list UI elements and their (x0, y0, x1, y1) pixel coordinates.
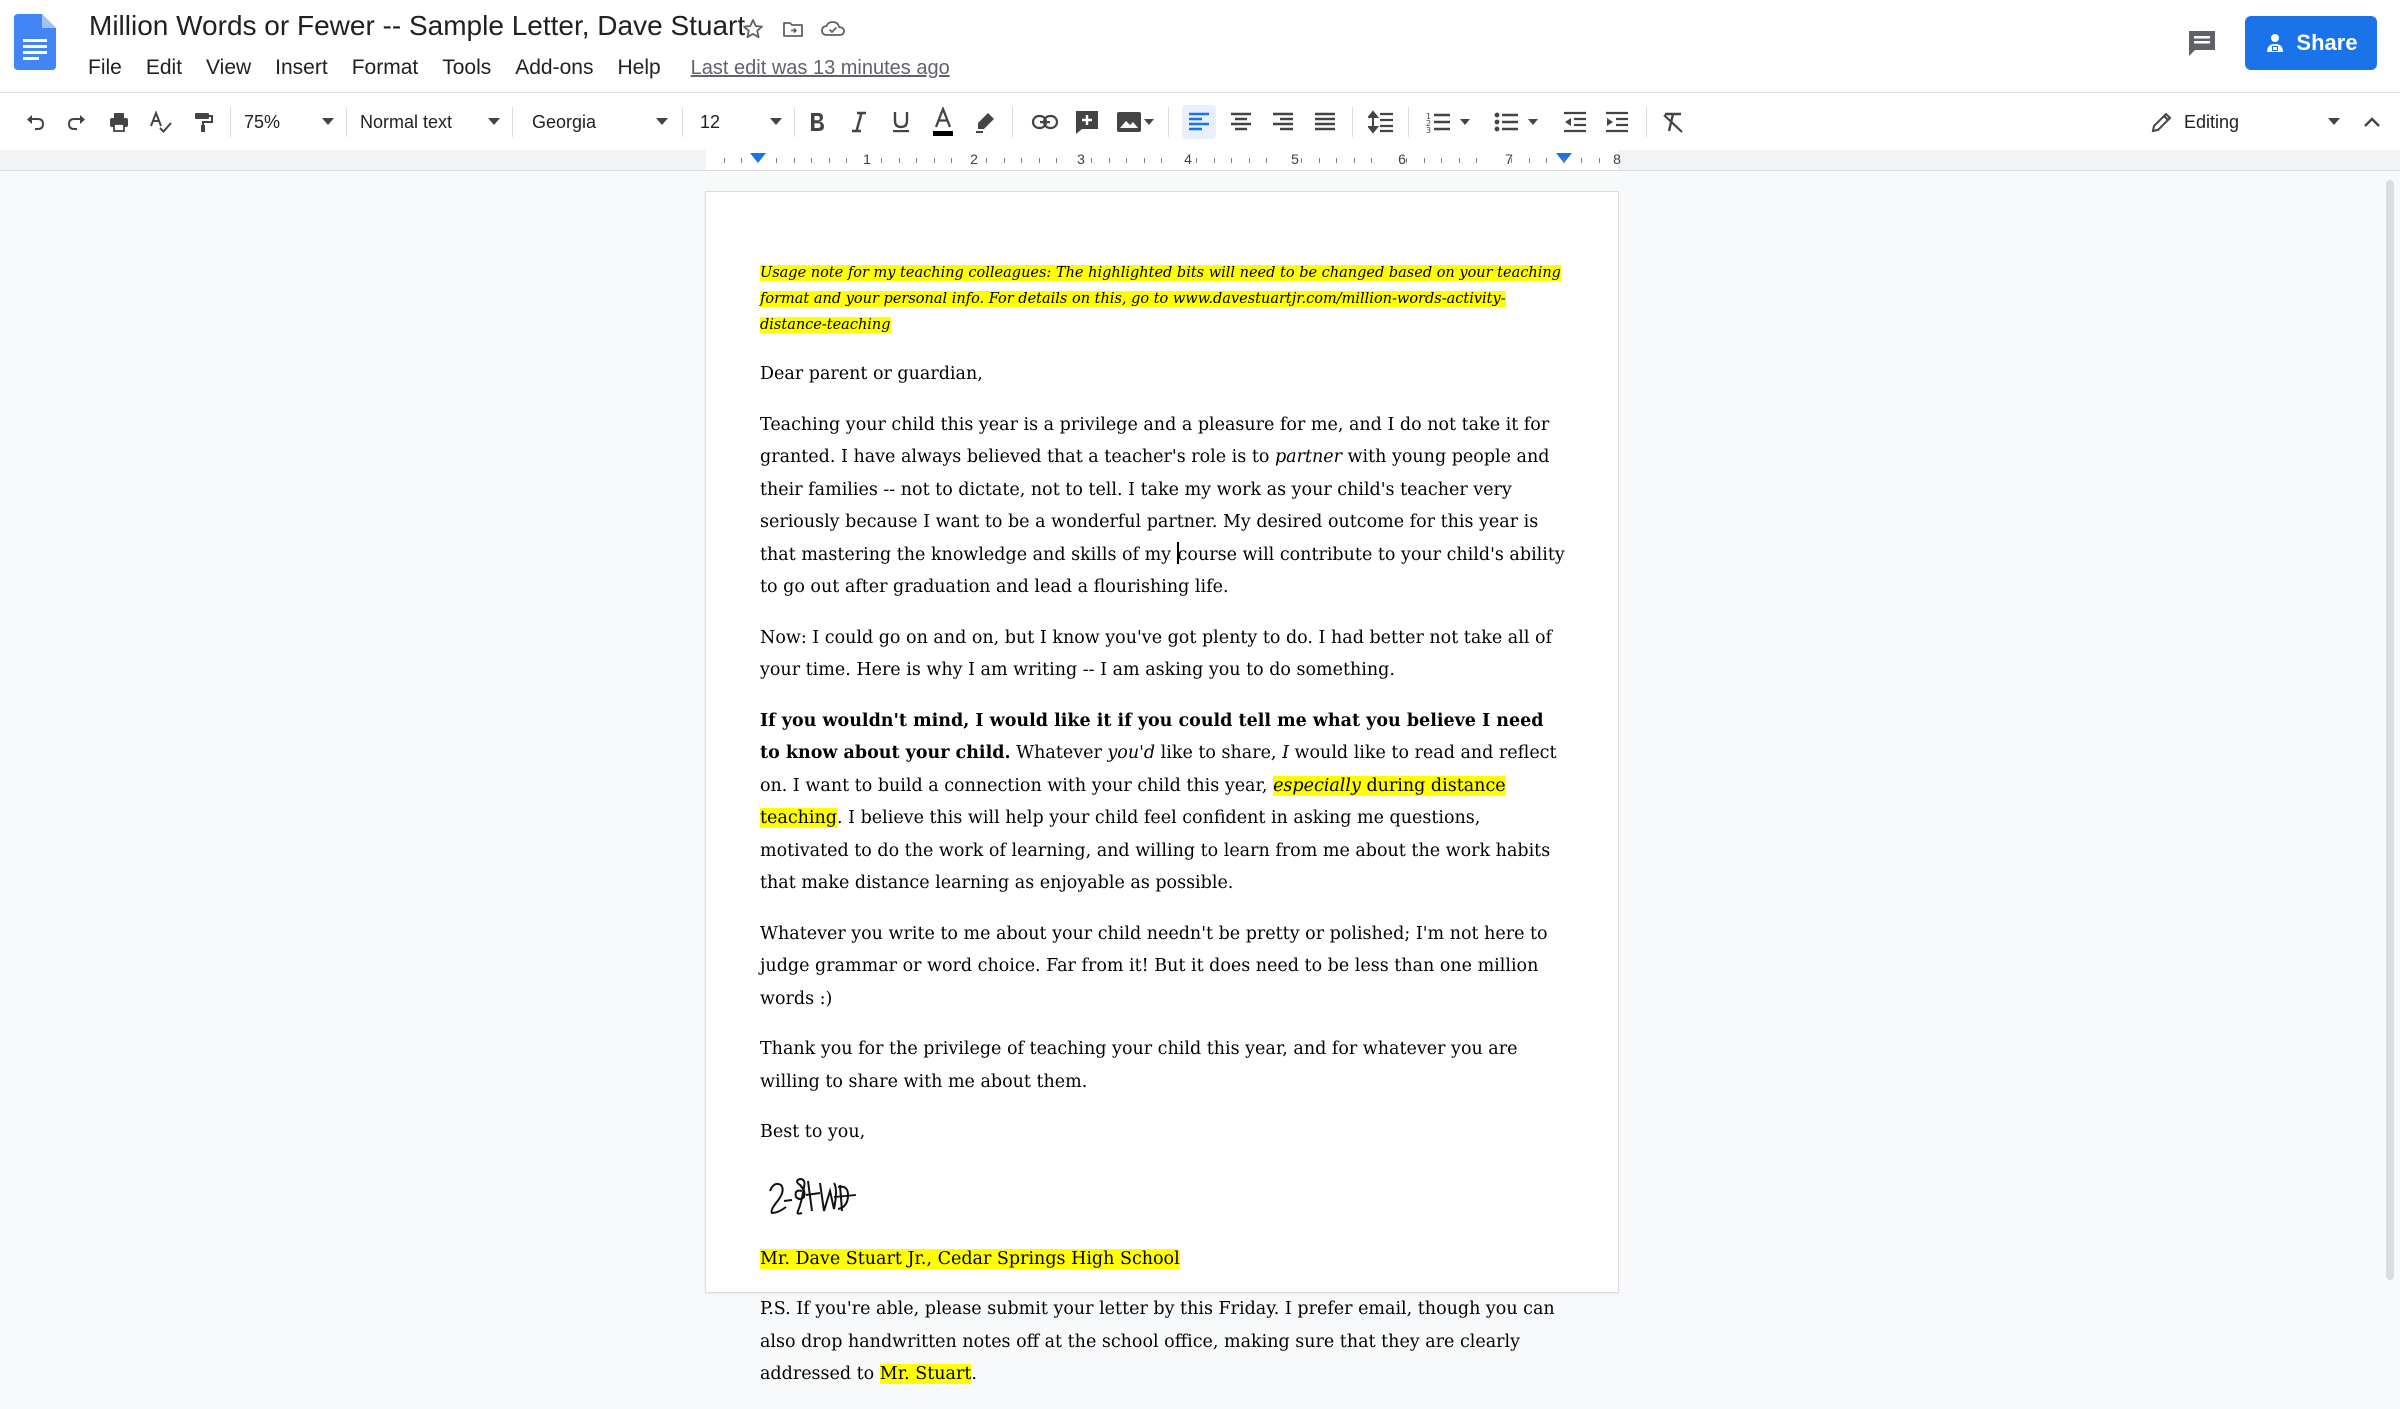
spellcheck-icon[interactable] (144, 105, 178, 139)
text-run: . I believe this will help your child fe… (760, 808, 1551, 893)
paragraph-style-value: Normal text (360, 111, 453, 132)
italic-run: especially (1273, 775, 1361, 796)
align-center-icon[interactable] (1224, 105, 1258, 139)
font-size-value: 12 (700, 111, 721, 132)
paragraph-2: Now: I could go on and on, but I know yo… (760, 627, 1552, 681)
move-to-folder-icon[interactable] (778, 14, 808, 44)
undo-icon[interactable] (18, 105, 52, 139)
ruler-number: 6 (1398, 151, 1406, 167)
document-title[interactable]: Million Words or Fewer -- Sample Letter,… (89, 10, 745, 42)
star-icon[interactable] (738, 14, 768, 44)
text-run: Whatever (1010, 743, 1108, 763)
ruler-number: 1 (863, 151, 871, 167)
formatting-toolbar: 75% Normal text Georgia 12 1 2 3 Editing (0, 92, 2400, 152)
ruler-number: 8 (1613, 151, 1621, 167)
menu-edit[interactable]: Edit (134, 52, 194, 84)
align-left-icon[interactable] (1182, 105, 1216, 139)
text-run: . (971, 1364, 977, 1384)
editing-mode-value: Editing (2184, 111, 2240, 132)
ruler-number: 4 (1184, 151, 1192, 167)
collapse-toolbar-icon[interactable] (2355, 105, 2389, 139)
ruler-number: 5 (1291, 151, 1299, 167)
dropdown-arrow-icon (2328, 118, 2340, 125)
menu-format[interactable]: Format (340, 52, 431, 84)
signature-image[interactable] (764, 1167, 1565, 1221)
vertical-scrollbar[interactable] (2386, 180, 2394, 1280)
redo-icon[interactable] (60, 105, 94, 139)
document-body[interactable]: Usage note for my teaching colleagues: T… (760, 260, 1565, 1409)
font-family-value: Georgia (532, 111, 597, 132)
paragraph-style-select[interactable]: Normal text (360, 105, 500, 139)
document-page[interactable]: Usage note for my teaching colleagues: T… (706, 192, 1618, 1384)
italic-run: I (1282, 743, 1289, 763)
share-label: Share (2296, 30, 2358, 55)
greeting: Dear parent or guardian, (760, 364, 983, 384)
insert-image-icon[interactable] (1112, 105, 1160, 139)
dropdown-arrow-icon (322, 118, 334, 125)
text-color-icon[interactable] (926, 105, 960, 139)
increase-indent-icon[interactable] (1600, 105, 1634, 139)
highlighted-run: Mr. Stuart (879, 1364, 972, 1384)
paragraph-3: If you wouldn't mind, I would like it if… (760, 705, 1565, 900)
usage-note: Usage note for my teaching colleagues: T… (760, 260, 1565, 338)
menu-file[interactable]: File (76, 52, 134, 84)
closing: Best to you, (760, 1122, 866, 1142)
paint-format-icon[interactable] (186, 105, 220, 139)
docs-logo-icon[interactable] (14, 14, 56, 70)
menu-view[interactable]: View (194, 52, 263, 84)
font-size-select[interactable]: 12 (700, 105, 782, 139)
dropdown-arrow-icon (656, 118, 668, 125)
share-button[interactable]: Share (2245, 16, 2377, 70)
zoom-value: 75% (244, 111, 281, 132)
menu-bar: File Edit View Insert Format Tools Add-o… (76, 52, 950, 84)
align-justify-icon[interactable] (1308, 105, 1342, 139)
print-icon[interactable] (102, 105, 136, 139)
ruler-number: 3 (1077, 151, 1085, 167)
lock-person-icon (2267, 34, 2284, 52)
paragraph-1: Teaching your child this year is a privi… (760, 409, 1565, 604)
dropdown-arrow-icon (488, 118, 500, 125)
bold-icon[interactable] (800, 105, 834, 139)
underline-icon[interactable] (884, 105, 918, 139)
insert-link-icon[interactable] (1028, 105, 1062, 139)
cloud-saved-icon[interactable] (818, 14, 848, 44)
app-header: Million Words or Fewer -- Sample Letter,… (0, 0, 2400, 92)
zoom-select[interactable]: 75% (244, 105, 334, 139)
signer-line: Mr. Dave Stuart Jr., Cedar Springs High … (760, 1243, 1565, 1276)
svg-text:3: 3 (1426, 126, 1431, 133)
left-indent-marker[interactable] (750, 153, 766, 163)
italic-run: you'd (1107, 743, 1156, 763)
comment-history-icon[interactable] (2180, 23, 2224, 63)
align-right-icon[interactable] (1266, 105, 1300, 139)
italic-icon[interactable] (842, 105, 876, 139)
bulleted-list-icon[interactable] (1492, 105, 1542, 139)
italic-run: partner (1274, 447, 1342, 467)
menu-help[interactable]: Help (605, 52, 672, 84)
highlight-color-icon[interactable] (968, 105, 1002, 139)
last-edit-link[interactable]: Last edit was 13 minutes ago (691, 57, 950, 80)
dropdown-arrow-icon (770, 118, 782, 125)
pencil-icon (2151, 112, 2172, 133)
ruler-number: 2 (970, 151, 978, 167)
line-spacing-icon[interactable] (1364, 105, 1398, 139)
font-family-select[interactable]: Georgia (532, 105, 668, 139)
decrease-indent-icon[interactable] (1558, 105, 1592, 139)
numbered-list-icon[interactable]: 123 (1424, 105, 1474, 139)
add-comment-icon[interactable] (1070, 105, 1104, 139)
paragraph-4: Whatever you write to me about your chil… (760, 923, 1548, 1009)
text-run: like to share, (1155, 743, 1283, 763)
horizontal-ruler[interactable]: 1 2 3 4 5 6 7 8 (0, 150, 2400, 171)
signer-name: Mr. Dave Stuart Jr., Cedar Springs High … (760, 1248, 1180, 1269)
postscript: P.S. If you're able, please submit your … (760, 1293, 1565, 1391)
paragraph-5: Thank you for the privilege of teaching … (760, 1039, 1518, 1092)
clear-formatting-icon[interactable] (1656, 105, 1690, 139)
menu-tools[interactable]: Tools (430, 52, 503, 84)
menu-add-ons[interactable]: Add-ons (503, 52, 605, 84)
usage-note-text: Usage note for my teaching colleagues: T… (760, 265, 1561, 333)
ruler-track (706, 150, 1618, 170)
editing-mode-select[interactable]: Editing (2150, 105, 2340, 139)
menu-insert[interactable]: Insert (263, 52, 340, 84)
ruler-number: 7 (1505, 151, 1513, 167)
